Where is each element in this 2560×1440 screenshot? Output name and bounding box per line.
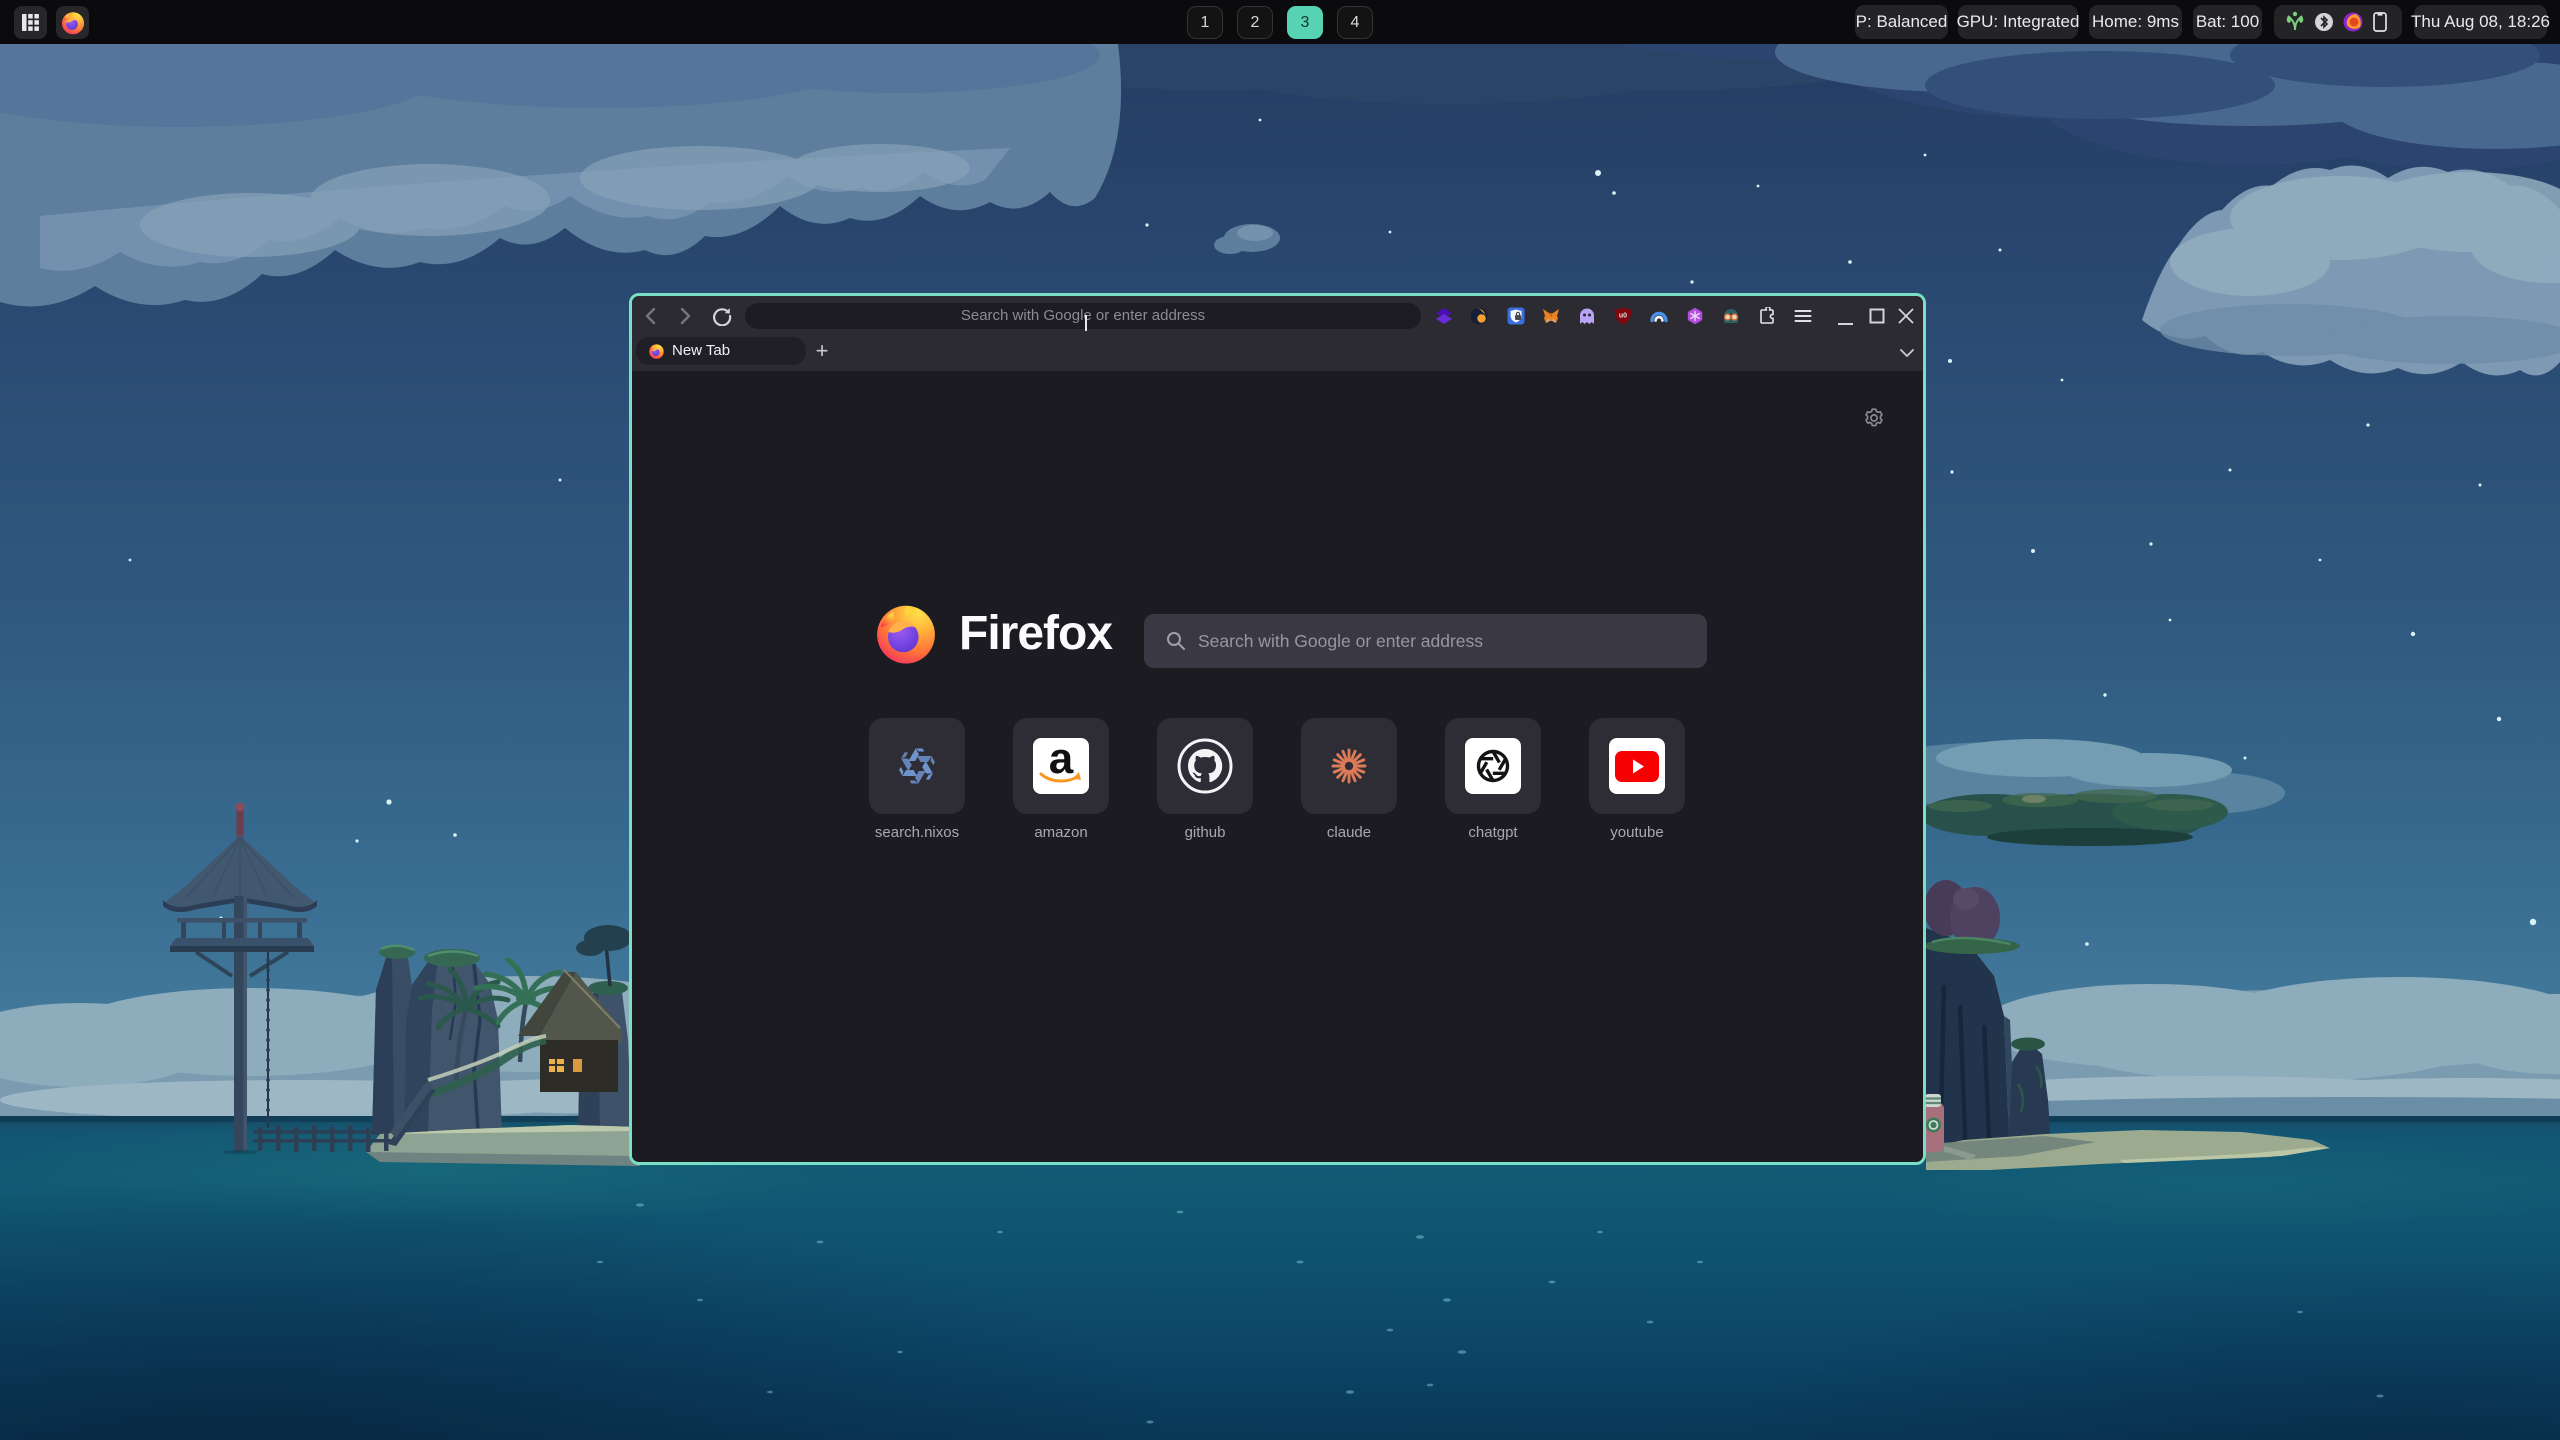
svg-text:u0: u0 xyxy=(1619,313,1627,320)
